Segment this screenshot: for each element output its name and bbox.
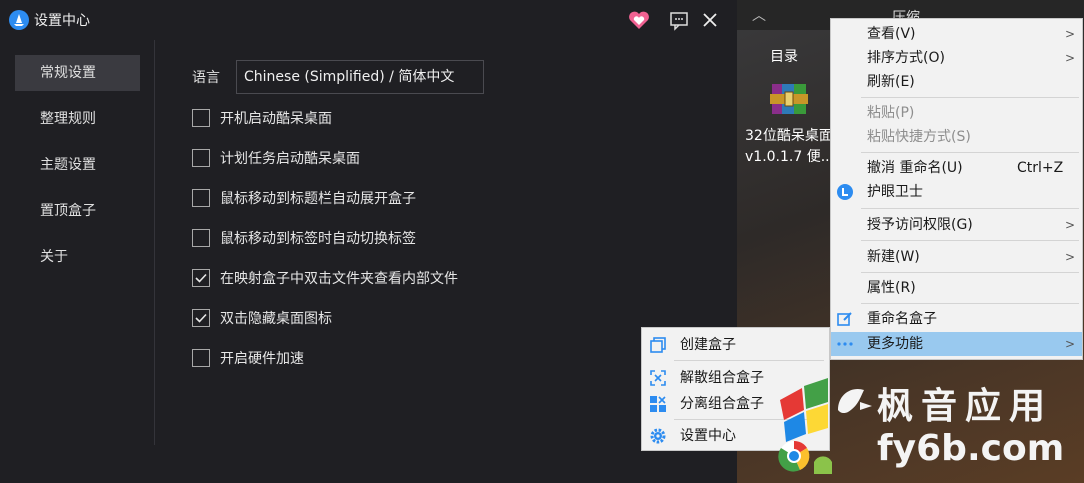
more-icon [837,342,853,346]
menu-separator [861,240,1079,241]
dissolve-icon [650,370,666,386]
option-hw-accel[interactable]: 开启硬件加速 [192,347,304,369]
menu-label: 解散组合盒子 [680,370,764,386]
checkmark-icon [195,313,207,323]
menu-item-view[interactable]: 查看(V) > [831,22,1082,46]
file-label-line2: v1.0.1.7 便... [745,149,835,165]
option-label: 在映射盒子中双击文件夹查看内部文件 [220,271,458,287]
winrar-archive-icon[interactable] [770,82,810,116]
menu-label: 查看(V) [867,26,916,42]
menu-item-grant-access[interactable]: 授予访问权限(G) > [831,213,1082,237]
settings-sidebar: 常规设置 整理规则 主题设置 置顶盒子 关于 [0,40,155,445]
checkbox[interactable] [192,349,210,367]
watermark-text: 枫音应用 [877,386,1054,427]
menu-label: 属性(R) [867,280,916,296]
checkbox[interactable] [192,229,210,247]
menu-label: 创建盒子 [680,337,736,353]
chevron-up-icon[interactable]: ︿ [752,5,766,25]
file-label-line1: 32位酷呆桌面 [745,128,833,144]
directory-label: 目录 [770,49,798,65]
checkbox[interactable] [192,149,210,167]
copy-box-icon [650,337,666,353]
menu-item-new[interactable]: 新建(W) > [831,245,1082,269]
menu-label: 护眼卫士 [867,184,923,200]
checkbox-checked[interactable] [192,309,210,327]
option-label: 鼠标移动到标签时自动切换标签 [220,231,416,247]
menu-separator [674,360,824,361]
menu-label: 撤消 重命名(U) [867,160,963,176]
menu-item-eye-guard[interactable]: 护眼卫士 [831,180,1082,204]
menu-label: 排序方式(O) [867,50,945,66]
menu-separator [861,303,1079,304]
separate-icon [650,396,666,412]
chevron-right-icon: > [1065,250,1076,264]
close-icon[interactable] [698,8,722,32]
menu-label: 设置中心 [680,428,736,444]
checkmark-icon [195,273,207,283]
menu-item-paste: 粘贴(P) [831,101,1082,125]
menu-label: 粘贴(P) [867,105,915,121]
title-bar: 设置中心 [0,0,737,40]
submenu-item-create-box[interactable]: 创建盒子 [642,333,829,357]
menu-label: 重命名盒子 [867,311,937,327]
option-label: 开机启动酷呆桌面 [220,111,332,127]
checkbox[interactable] [192,189,210,207]
chevron-right-icon: > [1065,51,1076,65]
menu-item-sort[interactable]: 排序方式(O) > [831,46,1082,70]
menu-separator [861,208,1079,209]
sidebar-item-general[interactable]: 常规设置 [15,55,140,91]
menu-separator [861,97,1079,98]
chevron-right-icon: > [1065,27,1076,41]
menu-item-more[interactable]: 更多功能 > [831,332,1082,356]
option-hover-switch-tab[interactable]: 鼠标移动到标签时自动切换标签 [192,227,416,249]
edit-icon [837,312,852,326]
app-logo-icon [9,10,29,30]
menu-item-paste-shortcut: 粘贴快捷方式(S) [831,125,1082,149]
watermark-leaf-icon [838,388,872,414]
menu-label: 粘贴快捷方式(S) [867,129,971,145]
menu-label: 新建(W) [867,249,920,265]
option-dblclick-hide-icons[interactable]: 双击隐藏桌面图标 [192,307,332,329]
option-label: 开启硬件加速 [220,351,304,367]
menu-shortcut: Ctrl+Z [1017,160,1064,176]
archive-file-label[interactable]: 32位酷呆桌面 v1.0.1.7 便... [745,126,834,168]
gear-icon [650,428,666,444]
sidebar-item-about[interactable]: 关于 [15,239,140,275]
settings-window: 设置中心 常规设置 整理规则 主题设置 置顶盒子 关于 语言 Chinese (… [0,0,737,483]
menu-separator [861,272,1079,273]
option-hover-expand[interactable]: 鼠标移动到标题栏自动展开盒子 [192,187,416,209]
menu-item-refresh[interactable]: 刷新(E) [831,70,1082,94]
menu-item-rename-box[interactable]: 重命名盒子 [831,307,1082,331]
chevron-right-icon: > [1065,337,1076,351]
sidebar-item-theme[interactable]: 主题设置 [15,147,140,183]
menu-label: 刷新(E) [867,74,915,90]
chevron-right-icon: > [1065,218,1076,232]
checkbox-checked[interactable] [192,269,210,287]
feedback-icon[interactable] [667,8,691,32]
menu-label: 更多功能 [867,336,923,352]
heart-icon[interactable] [627,8,651,32]
language-label: 语言 [192,70,220,86]
sidebar-item-rules[interactable]: 整理规则 [15,101,140,137]
option-label: 双击隐藏桌面图标 [220,311,332,327]
option-dblclick-folder[interactable]: 在映射盒子中双击文件夹查看内部文件 [192,267,458,289]
menu-separator [861,152,1079,153]
menu-item-properties[interactable]: 属性(R) [831,276,1082,300]
watermark-logo-icon [778,378,832,474]
window-title: 设置中心 [34,13,90,29]
menu-label: 授予访问权限(G) [867,217,973,233]
option-label: 计划任务启动酷呆桌面 [220,151,360,167]
sidebar-item-pinned[interactable]: 置顶盒子 [15,193,140,229]
language-select[interactable]: Chinese (Simplified) / 简体中文 [236,60,484,94]
menu-label: 分离组合盒子 [680,396,764,412]
context-menu: 查看(V) > 排序方式(O) > 刷新(E) 粘贴(P) 粘贴快捷方式(S) … [830,18,1083,360]
option-autostart[interactable]: 开机启动酷呆桌面 [192,107,332,129]
watermark-url: fy6b.com [877,428,1065,469]
menu-item-undo[interactable]: 撤消 重命名(U) Ctrl+Z [831,156,1082,180]
eye-guard-icon [837,184,853,200]
checkbox[interactable] [192,109,210,127]
option-task-start[interactable]: 计划任务启动酷呆桌面 [192,147,360,169]
option-label: 鼠标移动到标题栏自动展开盒子 [220,191,416,207]
